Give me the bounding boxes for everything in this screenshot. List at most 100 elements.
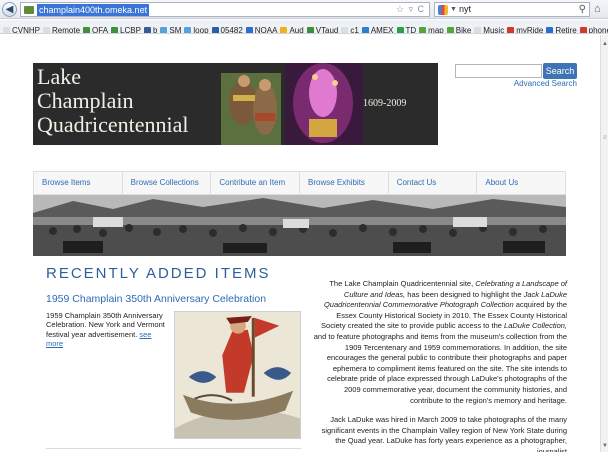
banner-years: 1609-2009 [363,98,407,109]
bookmark-favicon-icon [474,27,482,33]
scroll-down-icon[interactable]: ▼ [602,443,608,449]
bookmark-favicon-icon [83,27,91,33]
nav-browse-collections[interactable]: Browse Collections [123,172,212,194]
banner-title: Lake Champlain Quadricentennial [37,65,189,137]
bookmark-item[interactable]: VTaud [306,24,339,34]
site-search-input[interactable] [455,64,542,78]
bookmark-item[interactable]: loop [184,24,209,34]
bookmark-favicon-icon [3,27,10,33]
bookmark-item[interactable]: Retire [546,24,577,33]
bookmark-favicon-icon [280,27,288,33]
nav-contribute-item[interactable]: Contribute an Item [211,172,301,194]
banner-title-line: Champlain [37,88,134,113]
bookmark-label: map [428,26,444,34]
bookmark-item[interactable]: phone [579,24,608,34]
bookmark-label: 05482 [220,26,243,34]
bookmark-label: loop [193,26,209,34]
banner-reenactors-photo [213,63,363,145]
intro-paragraph: The Lake Champlain Quadricentennial site… [310,279,567,406]
bookmark-item[interactable]: Remote [43,24,81,34]
bookmark-favicon-icon [579,27,587,33]
bookmark-label: myRide [516,26,544,34]
bookmark-favicon-icon [211,27,219,33]
section-divider [46,448,301,449]
search-engine-icon[interactable] [438,5,448,15]
nav-browse-items[interactable]: Browse Items [34,172,123,194]
bookmark-favicon-icon [361,27,369,33]
back-button[interactable]: ◀ [2,2,17,17]
recent-item-title-link[interactable]: 1959 Champlain 350th Anniversary Celebra… [46,293,266,306]
bookmark-favicon-icon [184,27,192,33]
recent-item-description: 1959 Champlain 350th Anniversary Celebra… [46,311,170,348]
bookmark-item[interactable]: AMEX [361,24,394,34]
bookmark-favicon-icon [43,27,51,33]
intro-text: The Lake Champlain Quadricentennial site… [329,279,476,288]
web-page: Lake Champlain Quadricentennial 1609-200… [0,35,600,452]
browser-window: ◀ champlain400th.omeka.net ☆ ▿ C ▼ nyt ⚲… [0,0,608,452]
browser-toolbar: ◀ champlain400th.omeka.net ☆ ▿ C ▼ nyt ⚲… [0,0,608,19]
bookmark-item[interactable]: LCBP [111,24,141,34]
bookmark-favicon-icon [111,27,119,33]
main-navigation: Browse Items Browse Collections Contribu… [33,171,566,195]
bookmark-item[interactable]: CVNHP [3,24,41,34]
site-banner[interactable]: Lake Champlain Quadricentennial 1609-200… [33,63,438,145]
bookmark-label: TD [405,26,417,34]
browser-search-input[interactable]: nyt [459,3,471,16]
nav-browse-exhibits[interactable]: Browse Exhibits [300,172,389,194]
bookmark-label: SM [169,26,182,34]
bookmark-item[interactable]: c1 [341,24,359,33]
home-icon[interactable]: ⌂ [594,3,601,15]
bookmark-label: Aud [289,26,304,34]
bookmark-label: CVNHP [12,26,41,34]
bookmark-favicon-icon [143,27,151,33]
chevron-down-icon[interactable]: ▼ [450,3,457,16]
bookmark-item[interactable]: Music [474,24,505,34]
intro-text: and to feature photographs and items fro… [313,331,567,405]
bookmark-favicon-icon [507,27,515,33]
url-text[interactable]: champlain400th.omeka.net [37,4,150,16]
bookmark-favicon-icon [546,27,554,33]
bookmark-label: LCBP [120,26,141,34]
scroll-up-icon[interactable]: ▲ [602,41,608,47]
bookmark-label: Music [483,26,505,34]
bookmark-item[interactable]: myRide [507,24,544,34]
recent-item-thumbnail[interactable] [174,311,301,439]
bookmark-favicon-icon [419,27,427,33]
bookmark-item[interactable]: map [419,24,444,34]
page-scrollbar[interactable]: ▲ ≡ ▼ [600,35,608,452]
bookmark-label: Remote [52,26,81,34]
bookmark-label: phone [588,26,608,34]
bookmark-item[interactable]: TD [396,24,417,34]
bookmark-star-icon[interactable]: ☆ ▿ C [396,3,425,16]
bookmark-favicon-icon [306,27,314,33]
site-search-button[interactable]: Search [543,63,577,79]
bookmark-label: Bike [455,26,472,34]
bookmark-item[interactable]: Aud [280,24,304,34]
nav-contact-us[interactable]: Contact Us [389,172,478,194]
bookmark-favicon-icon [245,27,253,33]
banner-title-line: Lake [37,64,81,89]
bookmark-label: OFA [92,26,109,34]
bookmark-label: NOAA [254,26,278,34]
bookmark-favicon-icon [341,27,349,33]
bookmark-item[interactable]: b [143,24,158,34]
intro-text: has been designed to highlight the [405,289,524,299]
advanced-search-link[interactable]: Advanced Search [470,78,577,90]
bookmark-item[interactable]: 05482 [211,24,243,34]
bookmark-label: b [152,26,158,34]
search-icon[interactable]: ⚲ [579,3,586,16]
bookmark-label: VTaud [315,26,339,34]
bookmark-favicon-icon [446,27,454,33]
nav-about-us[interactable]: About Us [477,172,565,194]
bookmark-item[interactable]: NOAA [245,24,278,34]
address-bar[interactable]: champlain400th.omeka.net ☆ ▿ C [20,2,430,17]
recently-added-heading: RECENTLY ADDED ITEMS [46,265,271,282]
scroll-thumb-grip-icon[interactable]: ≡ [603,135,607,141]
bookmark-label: AMEX [370,26,394,34]
bookmark-item[interactable]: Bike [446,24,472,34]
browser-search-bar[interactable]: ▼ nyt ⚲ [434,2,590,17]
bookmark-item[interactable]: OFA [83,24,109,34]
site-introduction: The Lake Champlain Quadricentennial site… [310,279,567,452]
bookmark-item[interactable]: SM [160,24,182,34]
bookmark-favicon-icon [160,27,168,33]
